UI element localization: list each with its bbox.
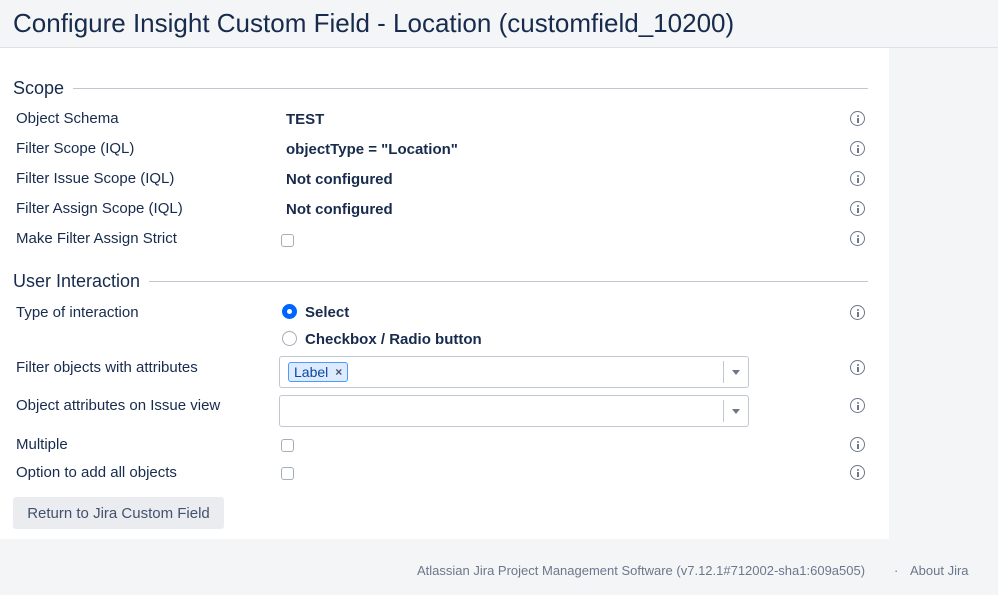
attribute-tag-label: Label × <box>288 362 349 382</box>
radio-checkbox-radio-button-label[interactable]: Checkbox / Radio button <box>305 331 482 348</box>
filter-scope-label: Filter Scope (IQL) <box>16 140 135 157</box>
make-filter-assign-strict-checkbox[interactable] <box>281 234 294 247</box>
user-interaction-section-header: User Interaction <box>13 269 868 293</box>
filter-assign-scope-value: Not configured <box>286 201 393 218</box>
filter-assign-scope-label: Filter Assign Scope (IQL) <box>16 200 183 217</box>
radio-select[interactable] <box>282 304 297 319</box>
multiple-checkbox[interactable] <box>281 439 294 452</box>
filter-issue-scope-label: Filter Issue Scope (IQL) <box>16 170 175 187</box>
info-icon[interactable] <box>850 437 865 452</box>
footer-about-link[interactable]: About Jira <box>910 563 969 578</box>
select-divider <box>723 361 724 383</box>
info-icon[interactable] <box>850 398 865 413</box>
footer-software-text[interactable]: Atlassian Jira Project Management Softwa… <box>417 563 865 578</box>
info-icon[interactable] <box>850 201 865 216</box>
select-divider <box>723 400 724 422</box>
section-divider <box>149 280 868 282</box>
info-icon[interactable] <box>850 465 865 480</box>
config-panel: Scope Object Schema TEST Filter Scope (I… <box>0 48 889 539</box>
object-schema-value: TEST <box>286 111 325 128</box>
info-icon[interactable] <box>850 231 865 246</box>
return-to-custom-field-button[interactable]: Return to Jira Custom Field <box>13 497 224 529</box>
info-icon[interactable] <box>850 141 865 156</box>
filter-issue-scope-value: Not configured <box>286 171 393 188</box>
chevron-down-icon[interactable] <box>732 370 740 375</box>
scope-section-header: Scope <box>13 76 868 100</box>
section-divider <box>73 87 868 89</box>
issue-view-attributes-select[interactable] <box>279 395 749 427</box>
footer-separator: · <box>894 563 899 578</box>
info-icon[interactable] <box>850 305 865 320</box>
user-interaction-section-title: User Interaction <box>13 270 141 291</box>
filter-scope-value: objectType = "Location" <box>286 141 458 158</box>
add-all-objects-label: Option to add all objects <box>16 464 177 481</box>
issue-view-attributes-label: Object attributes on Issue view <box>16 397 221 414</box>
tag-remove-icon[interactable]: × <box>335 365 342 379</box>
filter-objects-attributes-label: Filter objects with attributes <box>16 359 198 376</box>
radio-select-label[interactable]: Select <box>305 304 349 321</box>
attribute-tag-text: Label <box>294 364 329 380</box>
page-title: Configure Insight Custom Field - Locatio… <box>13 8 735 38</box>
filter-objects-attributes-select[interactable]: Label × <box>279 356 749 388</box>
page-header: Configure Insight Custom Field - Locatio… <box>0 0 998 48</box>
info-icon[interactable] <box>850 360 865 375</box>
multiple-label: Multiple <box>16 436 68 453</box>
type-of-interaction-label: Type of interaction <box>16 304 139 321</box>
info-icon[interactable] <box>850 111 865 126</box>
scope-section-title: Scope <box>13 77 65 98</box>
chevron-down-icon[interactable] <box>732 409 740 414</box>
radio-checkbox-radio-button[interactable] <box>282 331 297 346</box>
object-schema-label: Object Schema <box>16 110 119 127</box>
add-all-objects-checkbox[interactable] <box>281 467 294 480</box>
info-icon[interactable] <box>850 171 865 186</box>
make-filter-assign-strict-label: Make Filter Assign Strict <box>16 230 177 247</box>
